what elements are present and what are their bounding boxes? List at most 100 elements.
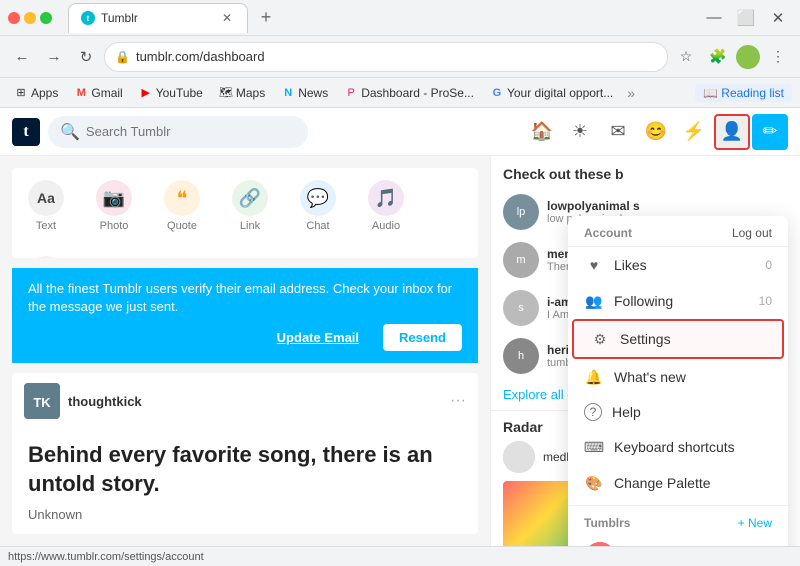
settings-label: Settings: [620, 331, 766, 347]
close-button[interactable]: ✕: [764, 4, 792, 32]
create-icons-row: Aa Text 📷 Photo ❝ Quote 🔗: [12, 168, 478, 258]
reload-button[interactable]: ↻: [72, 43, 100, 71]
dropdown-help[interactable]: ? Help: [568, 395, 788, 429]
bookmark-maps[interactable]: 🗺 Maps: [213, 84, 271, 102]
bookmark-news-label: News: [298, 86, 328, 100]
quote-icon: ❝: [164, 180, 200, 216]
search-input[interactable]: [86, 124, 296, 139]
account-icon[interactable]: 👤: [714, 114, 750, 150]
bookmark-maps-label: Maps: [236, 86, 265, 100]
check-avatar-memes: m: [503, 242, 539, 278]
news-favicon: N: [281, 86, 295, 100]
explore-icon[interactable]: ☀: [562, 114, 598, 150]
likes-icon: ♥: [584, 255, 604, 275]
tumblr-logo: t: [12, 118, 40, 146]
following-label: Following: [614, 293, 749, 309]
bookmark-youtube-label: YouTube: [156, 86, 203, 100]
following-icon: 👥: [584, 291, 604, 311]
logout-button[interactable]: Log out: [732, 226, 772, 240]
compose-icon[interactable]: ✏: [752, 114, 788, 150]
activity-icon[interactable]: ⚡: [676, 114, 712, 150]
digital-favicon: G: [490, 86, 504, 100]
settings-icon: ⚙: [590, 329, 610, 349]
restore-button[interactable]: ⬜: [732, 4, 760, 32]
tumblr-search-bar[interactable]: 🔍: [48, 116, 308, 148]
browser-menu-button[interactable]: ⋮: [764, 43, 792, 71]
tab-close-button[interactable]: ✕: [219, 10, 235, 26]
search-icon: 🔍: [60, 122, 80, 142]
create-link-button[interactable]: 🔗 Link: [216, 168, 284, 244]
dropdown-divider: [568, 505, 788, 506]
palette-label: Change Palette: [614, 475, 772, 491]
dropdown-following[interactable]: 👥 Following 10: [568, 283, 788, 319]
bookmark-digital-label: Your digital opport...: [507, 86, 613, 100]
nav-bar: ← → ↻ 🔒 tumblr.com/dashboard ☆ 🧩 ⋮: [0, 36, 800, 78]
post-card: TK thoughtkick ··· Behind every favorite…: [12, 373, 478, 534]
mail-icon[interactable]: ✉: [600, 114, 636, 150]
create-quote-button[interactable]: ❝ Quote: [148, 168, 216, 244]
bookmark-gmail[interactable]: M Gmail: [68, 84, 128, 102]
likes-count: 0: [765, 258, 772, 272]
keyboard-icon: ⌨: [584, 437, 604, 457]
bookmark-news[interactable]: N News: [275, 84, 334, 102]
lock-icon: 🔒: [115, 50, 130, 64]
create-photo-button[interactable]: 📷 Photo: [80, 168, 148, 244]
photo-icon: 📷: [96, 180, 132, 216]
new-tumblr-button[interactable]: + New: [738, 516, 772, 530]
create-text-button[interactable]: Aa Text: [12, 168, 80, 244]
browser-frame: t Tumblr ✕ + — ⬜ ✕ ← → ↻ 🔒 tumblr.com/da…: [0, 0, 800, 566]
reading-list-icon: 📖: [703, 86, 718, 100]
post-username[interactable]: thoughtkick: [68, 394, 142, 409]
page-content: t 🔍 🏠 ☀ ✉ 😊 ⚡ 👤 ✏: [0, 108, 800, 546]
dropdown-likes[interactable]: ♥ Likes 0: [568, 247, 788, 283]
reading-list-button[interactable]: 📖 Reading list: [695, 84, 792, 102]
address-bar[interactable]: 🔒 tumblr.com/dashboard: [104, 42, 668, 72]
dropdown-keyboard[interactable]: ⌨ Keyboard shortcuts: [568, 429, 788, 465]
blog-avatar: c: [584, 542, 616, 546]
post-card-header: TK thoughtkick ···: [12, 373, 478, 429]
feed-area: Aa Text 📷 Photo ❝ Quote 🔗: [0, 156, 490, 546]
status-url: https://www.tumblr.com/settings/account: [8, 551, 204, 563]
create-chat-button[interactable]: 💬 Chat: [284, 168, 352, 244]
emoji-icon[interactable]: 😊: [638, 114, 674, 150]
bookmark-prose-label: Dashboard - ProSe...: [361, 86, 474, 100]
window-minimize-button[interactable]: [24, 12, 36, 24]
forward-button[interactable]: →: [40, 43, 68, 71]
quote-label: Quote: [167, 220, 197, 232]
prose-favicon: P: [344, 86, 358, 100]
dropdown-account-label: Account: [584, 226, 632, 240]
dropdown-header: Account Log out: [568, 216, 788, 247]
update-email-button[interactable]: Update Email: [261, 324, 375, 351]
bookmark-youtube[interactable]: ▶ YouTube: [133, 84, 209, 102]
gmail-favicon: M: [74, 86, 88, 100]
youtube-favicon: ▶: [139, 86, 153, 100]
palette-icon: 🎨: [584, 473, 604, 493]
post-text: Behind every favorite song, there is an …: [28, 441, 462, 498]
home-icon[interactable]: 🏠: [524, 114, 560, 150]
create-video-button[interactable]: 🎬 Video: [12, 244, 80, 258]
help-label: Help: [612, 404, 772, 420]
create-audio-button[interactable]: 🎵 Audio: [352, 168, 420, 244]
new-tab-button[interactable]: +: [252, 4, 280, 32]
chat-label: Chat: [306, 220, 329, 232]
post-menu-button[interactable]: ···: [450, 392, 466, 410]
window-maximize-button[interactable]: [40, 12, 52, 24]
profile-avatar[interactable]: [736, 45, 760, 69]
dropdown-settings[interactable]: ⚙ Settings: [572, 319, 784, 359]
window-close-button[interactable]: [8, 12, 20, 24]
extensions-button[interactable]: 🧩: [704, 43, 732, 71]
maps-favicon: 🗺: [219, 86, 233, 100]
browser-tab[interactable]: t Tumblr ✕: [68, 3, 248, 33]
minimize-button[interactable]: —: [700, 4, 728, 32]
resend-button[interactable]: Resend: [383, 324, 462, 351]
bookmark-star-button[interactable]: ☆: [672, 43, 700, 71]
dropdown-whats-new[interactable]: 🔔 What's new: [568, 359, 788, 395]
reading-list-label: Reading list: [721, 86, 784, 100]
back-button[interactable]: ←: [8, 43, 36, 71]
video-icon: 🎬: [28, 256, 64, 258]
blog-item[interactable]: c cutearfa19-blog Untitled: [568, 536, 788, 546]
dropdown-palette[interactable]: 🎨 Change Palette: [568, 465, 788, 501]
bookmark-digital[interactable]: G Your digital opport...: [484, 84, 619, 102]
bookmark-apps[interactable]: ⊞ Apps: [8, 84, 64, 102]
bookmark-dashboard-prose[interactable]: P Dashboard - ProSe...: [338, 84, 480, 102]
